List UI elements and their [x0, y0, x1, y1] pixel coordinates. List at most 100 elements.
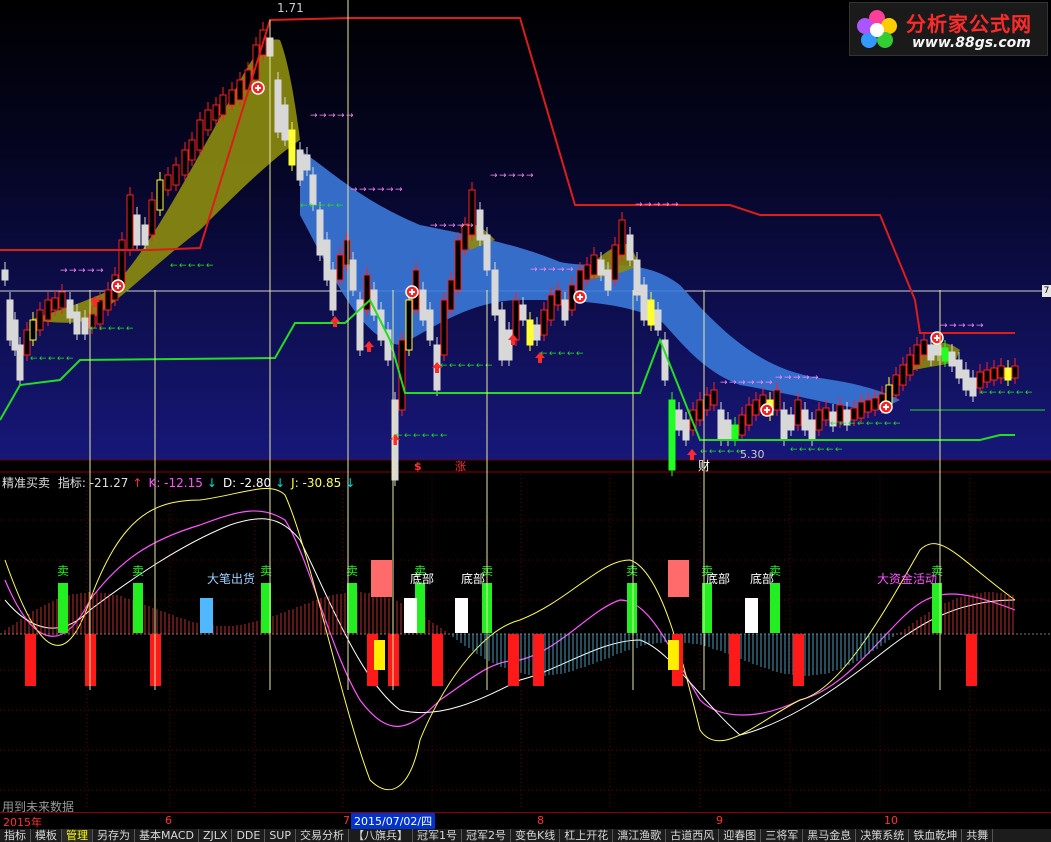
signal-arrow-3-4: → — [466, 221, 474, 231]
candle-body-110 — [787, 414, 795, 431]
candle-body-85 — [611, 244, 619, 281]
tab-5[interactable]: ZJLX — [199, 829, 233, 842]
signal-arrow-14-2: ← — [458, 361, 466, 371]
signal-arrow-2-3: → — [377, 185, 385, 195]
candle-body-47 — [343, 239, 351, 266]
signal-arrow-20-2: ← — [848, 419, 856, 429]
signal-arrow-15-4: ← — [576, 349, 584, 359]
tab-13[interactable]: 杠上开花 — [560, 829, 614, 842]
candle-body-48 — [349, 259, 357, 291]
candle-body-134 — [955, 359, 963, 379]
candle-body-59 — [426, 309, 434, 341]
candle-body-71 — [512, 299, 520, 341]
signal-arrow-12-2: ← — [108, 324, 116, 334]
sell-block-1 — [133, 583, 143, 633]
candle-body-66 — [476, 209, 484, 241]
signal-arrow-19-5: ← — [1025, 388, 1033, 398]
signal-arrow-10-0: ← — [170, 261, 178, 271]
candle-body-114 — [815, 409, 823, 431]
candle-body-132 — [941, 347, 949, 362]
tab-0[interactable]: 指标 — [0, 829, 31, 842]
candle-body-25 — [181, 149, 189, 176]
tab-17[interactable]: 三将军 — [761, 829, 804, 842]
current-price-tag: 7 — [1042, 285, 1051, 297]
tab-8[interactable]: 交易分析 — [296, 829, 349, 842]
signal-arrow-14-4: ← — [476, 361, 484, 371]
signal-arrow-9-3: → — [967, 321, 975, 331]
signal-arrow-0-1: → — [69, 266, 77, 276]
tab-15[interactable]: 古道西风 — [666, 829, 720, 842]
candle-body-135 — [962, 369, 970, 391]
tab-7[interactable]: SUP — [265, 829, 296, 842]
year-label: 2015年 — [3, 816, 42, 829]
candle-body-87 — [626, 234, 634, 261]
candle-body-83 — [597, 259, 605, 276]
tab-9[interactable]: 【八旗兵】 — [349, 829, 413, 842]
tab-2[interactable]: 管理 — [62, 829, 93, 842]
buy-block-11 — [966, 634, 977, 686]
candle-body-41 — [303, 154, 311, 171]
candle-body-78 — [561, 299, 569, 321]
signal-arrow-3-3: → — [457, 221, 465, 231]
indicator-value-0: 指标: -21.27 — [57, 476, 129, 490]
tab-12[interactable]: 变色K线 — [511, 829, 561, 842]
candle-body-37 — [274, 79, 282, 133]
signal-arrow-8-2: → — [793, 373, 801, 383]
white-block-3 — [745, 598, 758, 633]
tab-11[interactable]: 冠军2号 — [462, 829, 511, 842]
site-logo: 分析家公式网 www.88gs.com — [849, 2, 1048, 56]
candle-body-27 — [196, 119, 204, 151]
tab-18[interactable]: 黑马金息 — [803, 829, 857, 842]
candle-body-77 — [554, 289, 562, 306]
month-9-label: 9 — [716, 814, 723, 827]
stock-chart[interactable]: → → → → →→ → → → →→ → → → → →→ → → → →→ → → → →→ → → → →→ → → → →→ → → →… — [0, 0, 1051, 828]
signal-arrow-16-1: ← — [404, 431, 412, 441]
signal-arrow-15-1: ← — [549, 349, 557, 359]
signal-arrow-9-1: → — [949, 321, 957, 331]
tab-10[interactable]: 冠军1号 — [413, 829, 462, 842]
tab-20[interactable]: 铁血乾坤 — [909, 829, 963, 842]
sell-block-8 — [770, 583, 780, 633]
signal-arrow-0-2: → — [78, 266, 86, 276]
sell-block-6 — [627, 583, 637, 633]
panel-gap — [0, 460, 1051, 472]
signal-arrow-14-1: ← — [449, 361, 457, 371]
sell-block-0 — [58, 583, 68, 633]
signal-arrow-1-3: → — [337, 111, 345, 121]
tab-16[interactable]: 迎春图 — [719, 829, 762, 842]
indicator-value-2: D: -2.80 — [222, 476, 272, 490]
pink-block-1 — [668, 560, 689, 597]
tab-21[interactable]: 共舞 — [962, 829, 994, 842]
bottom-label-1: 底部 — [461, 571, 485, 586]
tab-19[interactable]: 决策系统 — [856, 829, 910, 842]
candle-body-86 — [618, 219, 626, 256]
signal-arrow-4-3: → — [517, 171, 525, 181]
candle-body-127 — [906, 354, 914, 376]
signal-arrow-0-0: → — [60, 266, 68, 276]
candle-body-62 — [447, 279, 455, 311]
tab-4[interactable]: 基本MACD — [135, 829, 199, 842]
signal-arrow-19-1: ← — [989, 388, 997, 398]
candle-body-74 — [533, 324, 541, 341]
candle-body-141 — [1004, 367, 1012, 381]
signal-arrow-6-4: → — [671, 200, 679, 210]
signal-arrow-8-0: → — [775, 373, 783, 383]
tab-1[interactable]: 模板 — [31, 829, 62, 842]
signal-arrow-14-5: ← — [485, 361, 493, 371]
tab-14[interactable]: 漓江渔歌 — [613, 829, 667, 842]
tab-6[interactable]: DDE — [232, 829, 266, 842]
logo-url: www.88gs.com — [912, 35, 1031, 51]
tab-3[interactable]: 另存为 — [93, 829, 135, 842]
signal-arrow-5-4: → — [566, 265, 574, 275]
signal-arrow-1-2: → — [328, 111, 336, 121]
signal-arrow-18-2: ← — [808, 445, 816, 455]
signal-arrow-17-2: ← — [718, 447, 726, 457]
candle-body-18 — [126, 194, 134, 251]
signal-arrow-5-1: → — [539, 265, 547, 275]
buy-block-0 — [25, 634, 36, 686]
month-7-label: 7 — [343, 814, 350, 827]
candle-body-136 — [969, 377, 977, 397]
signal-arrow-13-0: ← — [300, 201, 308, 211]
signal-arrow-6-2: → — [653, 200, 661, 210]
candle-body-139 — [990, 367, 998, 381]
